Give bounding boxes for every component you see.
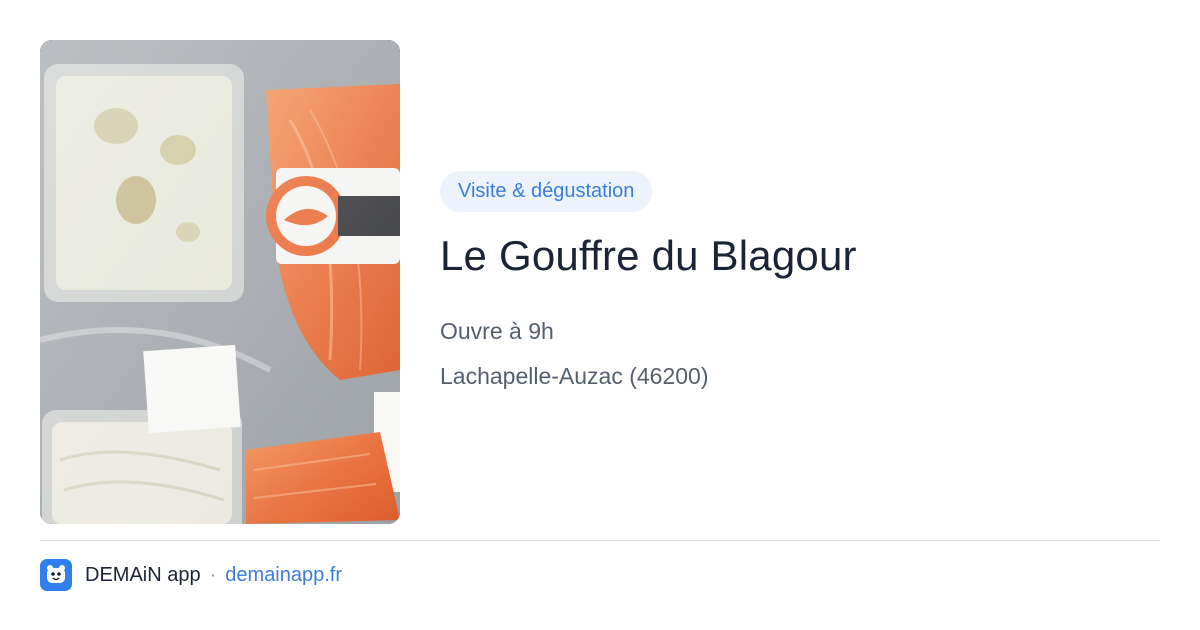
demain-mascot-icon	[40, 559, 72, 591]
category-tag[interactable]: Visite & dégustation	[440, 171, 653, 212]
listing-photo	[40, 40, 400, 524]
product-photo-illustration	[40, 40, 400, 524]
listing-title: Le Gouffre du Blagour	[440, 232, 857, 279]
app-name: DEMAiN app	[85, 563, 201, 586]
footer-divider	[40, 540, 1160, 541]
listing-location: Lachapelle-Auzac (46200)	[440, 363, 709, 389]
footer-separator: ·	[209, 563, 217, 586]
opening-hours: Ouvre à 9h	[440, 318, 554, 344]
website-link[interactable]: demainapp.fr	[225, 564, 342, 587]
footer: DEMAiN app · demainapp.fr	[40, 559, 342, 591]
listing-info: Visite & dégustation Le Gouffre du Blago…	[440, 171, 857, 390]
